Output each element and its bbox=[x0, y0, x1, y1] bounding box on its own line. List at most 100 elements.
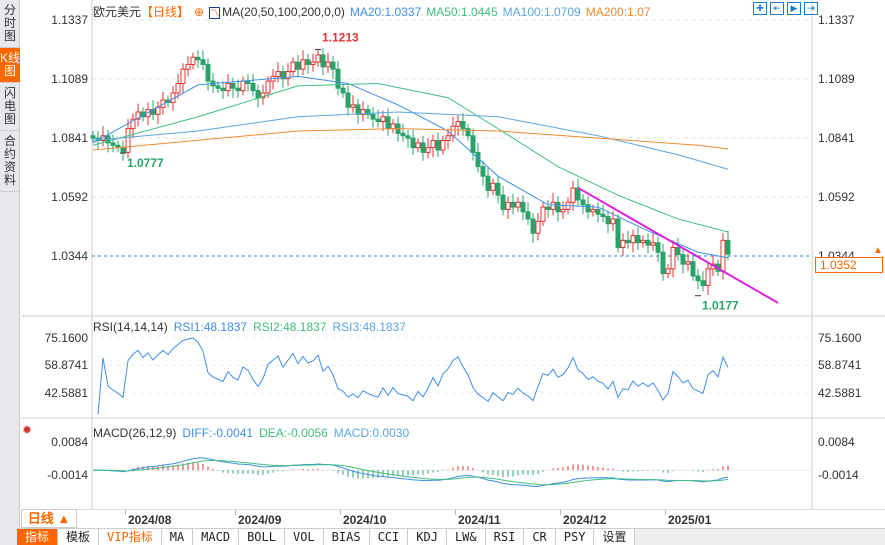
rsi-label-left: 58.8741 bbox=[44, 358, 88, 373]
zoom-in-icon[interactable]: ⇤ bbox=[770, 2, 784, 15]
candle bbox=[665, 264, 671, 279]
candle bbox=[220, 81, 226, 99]
candle bbox=[540, 202, 546, 227]
candle-body bbox=[545, 206, 551, 210]
candle-body bbox=[125, 128, 131, 153]
candle bbox=[345, 85, 351, 116]
candle bbox=[350, 95, 356, 114]
candle bbox=[560, 201, 566, 219]
tab-6[interactable]: VOL bbox=[284, 529, 324, 545]
candle bbox=[605, 210, 611, 234]
candle-body bbox=[250, 82, 256, 92]
candle-body bbox=[695, 275, 701, 282]
candle bbox=[355, 98, 361, 124]
candle-body bbox=[655, 242, 661, 253]
rsi-label-left: 75.1600 bbox=[44, 331, 88, 345]
candle bbox=[675, 237, 681, 261]
move-right-icon[interactable]: ⇥ bbox=[804, 2, 818, 15]
period-button[interactable]: 日线 ▲ bbox=[21, 509, 77, 528]
trendline bbox=[577, 186, 779, 304]
low2-label: 1.0177 bbox=[702, 299, 739, 313]
candle-body bbox=[485, 175, 491, 191]
rsi-label-left: 42.5881 bbox=[44, 386, 88, 400]
chart-canvas[interactable]: 1.1213 1.0777 1.0177 bbox=[0, 0, 885, 545]
candle-body bbox=[470, 135, 476, 153]
candle bbox=[180, 63, 186, 93]
candle bbox=[695, 268, 701, 290]
candle bbox=[470, 128, 476, 161]
candle bbox=[185, 56, 191, 77]
tab-5[interactable]: BOLL bbox=[239, 529, 285, 545]
candle-body bbox=[570, 187, 576, 203]
candle bbox=[315, 50, 321, 67]
date-label: 2025/01 bbox=[668, 513, 712, 527]
candle bbox=[635, 227, 641, 250]
candle-body bbox=[345, 92, 351, 108]
tab-2[interactable]: VIP指标 bbox=[99, 529, 162, 545]
candle-body bbox=[590, 208, 596, 213]
candle bbox=[235, 79, 241, 98]
symbol-name: 欧元美元 bbox=[93, 5, 142, 19]
zoom-out-icon[interactable]: ▶ bbox=[787, 2, 801, 15]
crosshair-icon[interactable]: ✚ bbox=[753, 2, 767, 15]
candle bbox=[375, 109, 381, 128]
candle-body bbox=[200, 59, 206, 65]
candle bbox=[495, 176, 501, 204]
candle-body bbox=[445, 135, 451, 142]
candle bbox=[210, 72, 216, 93]
candle bbox=[460, 113, 466, 136]
candle bbox=[620, 233, 626, 256]
candle-body bbox=[405, 135, 411, 139]
candle bbox=[410, 129, 416, 155]
candle-body bbox=[620, 239, 626, 248]
tab-8[interactable]: CCI bbox=[369, 529, 409, 545]
candle-body bbox=[220, 87, 226, 92]
candle-body bbox=[380, 116, 386, 122]
candle bbox=[325, 52, 331, 73]
candle bbox=[250, 73, 256, 97]
tab-14[interactable]: 设置 bbox=[594, 529, 636, 545]
tab-3[interactable]: MA bbox=[161, 529, 194, 545]
tab-7[interactable]: BIAS bbox=[323, 529, 370, 545]
candle-body bbox=[425, 147, 431, 153]
tab-13[interactable]: PSY bbox=[555, 529, 595, 545]
date-label: 2024/10 bbox=[343, 513, 387, 527]
candle-body bbox=[315, 54, 321, 63]
ma100-value: MA100:1.0709 bbox=[502, 5, 581, 19]
tab-4[interactable]: MACD bbox=[193, 529, 240, 545]
tab-0[interactable]: 指标 bbox=[17, 529, 59, 545]
indicator-tabs: 指标 模板 VIP指标 MA MACD BOLL VOL BIAS CCI KDJ LW& RSI CR… bbox=[17, 528, 885, 545]
date-tick bbox=[665, 510, 666, 515]
candle bbox=[640, 235, 646, 248]
candle bbox=[110, 134, 116, 153]
rsi-label-right: 58.8741 bbox=[818, 358, 862, 373]
date-tick bbox=[235, 510, 236, 515]
tab-10[interactable]: LW& bbox=[446, 529, 486, 545]
candle bbox=[405, 129, 411, 148]
candle-body bbox=[275, 71, 281, 77]
candle-body bbox=[90, 135, 96, 139]
candle-body bbox=[505, 201, 511, 210]
candle bbox=[515, 197, 521, 212]
candle-body bbox=[675, 246, 681, 256]
candle-body bbox=[600, 213, 606, 218]
ma50-line bbox=[92, 82, 729, 233]
candle bbox=[490, 178, 496, 196]
tab-9[interactable]: KDJ bbox=[408, 529, 447, 545]
tab-1[interactable]: 模板 bbox=[58, 529, 100, 545]
candle-body bbox=[340, 87, 346, 94]
candle-body bbox=[480, 166, 486, 177]
high-label: 1.1213 bbox=[322, 30, 359, 44]
settings-gear-icon[interactable]: ✹ bbox=[22, 423, 32, 437]
indicator-chart-icon[interactable]: 〽 bbox=[209, 7, 221, 19]
tab-11[interactable]: RSI bbox=[485, 529, 525, 545]
add-icon[interactable]: ⊕ bbox=[194, 5, 204, 19]
candle-body bbox=[110, 142, 116, 146]
rsi-label-right: 75.1600 bbox=[818, 331, 862, 345]
candle bbox=[305, 53, 311, 74]
candle-body bbox=[725, 239, 731, 255]
tab-12[interactable]: CR bbox=[524, 529, 556, 545]
price-label-left: 1.1337 bbox=[51, 13, 88, 27]
scroll-up-icon[interactable]: ▲ bbox=[873, 245, 883, 256]
candle-body bbox=[205, 63, 211, 82]
